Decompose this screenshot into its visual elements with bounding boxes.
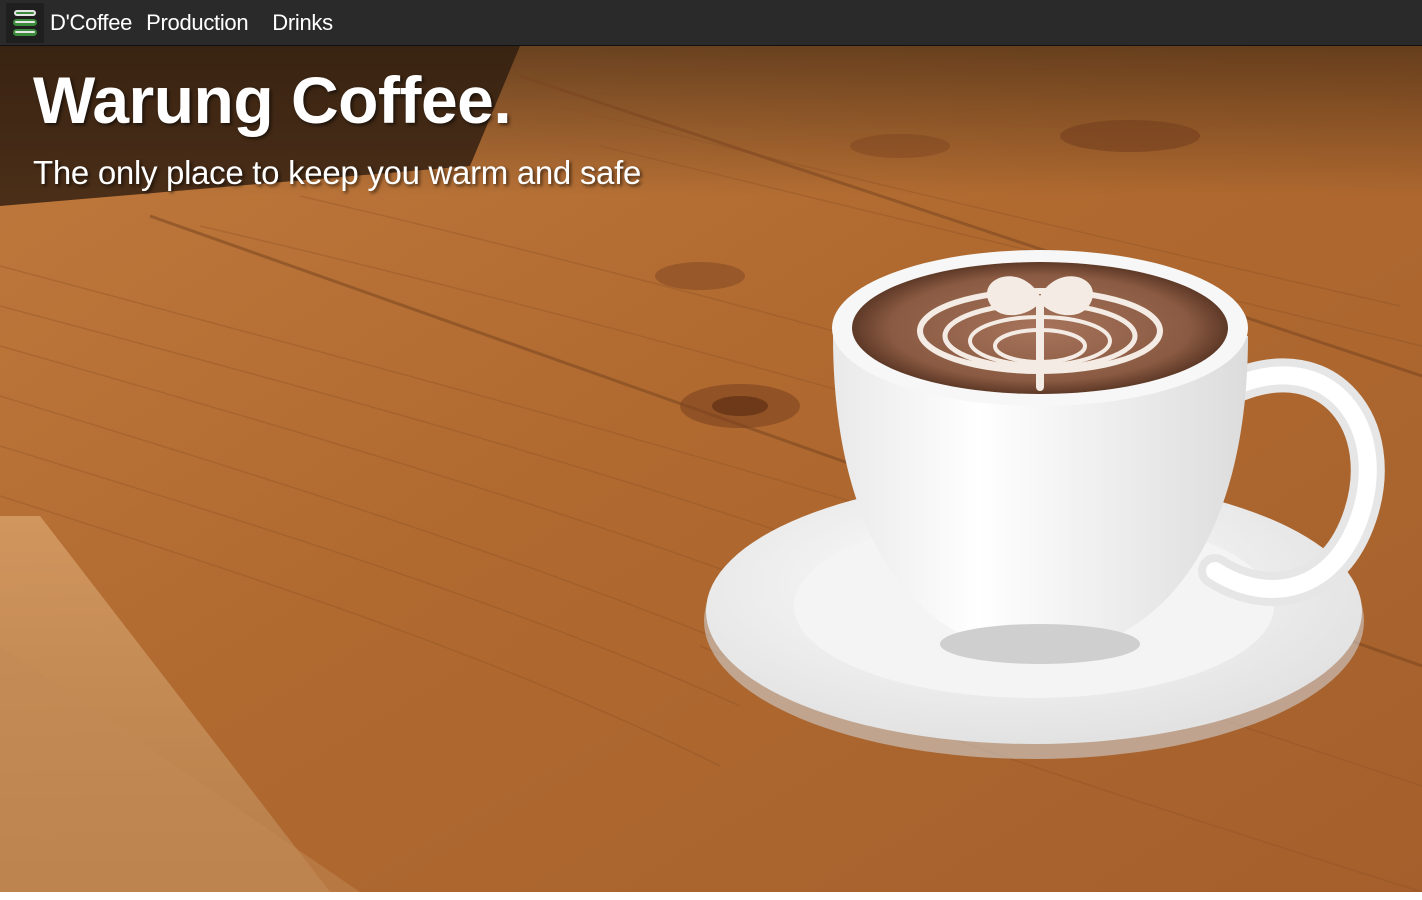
hero-title: Warung Coffee. bbox=[33, 63, 512, 137]
page-bottom-strip bbox=[0, 892, 1422, 900]
brand-link[interactable]: D'Coffee bbox=[50, 10, 132, 36]
nav-link-production[interactable]: Production bbox=[146, 10, 248, 36]
hero-banner: Warung Coffee. The only place to keep yo… bbox=[0, 46, 1422, 892]
nav-link-drinks[interactable]: Drinks bbox=[272, 10, 333, 36]
hero-subtitle: The only place to keep you warm and safe bbox=[33, 154, 642, 191]
top-navbar: D'Coffee Production Drinks bbox=[0, 0, 1422, 46]
stacked-cups-logo-icon[interactable] bbox=[6, 2, 44, 43]
